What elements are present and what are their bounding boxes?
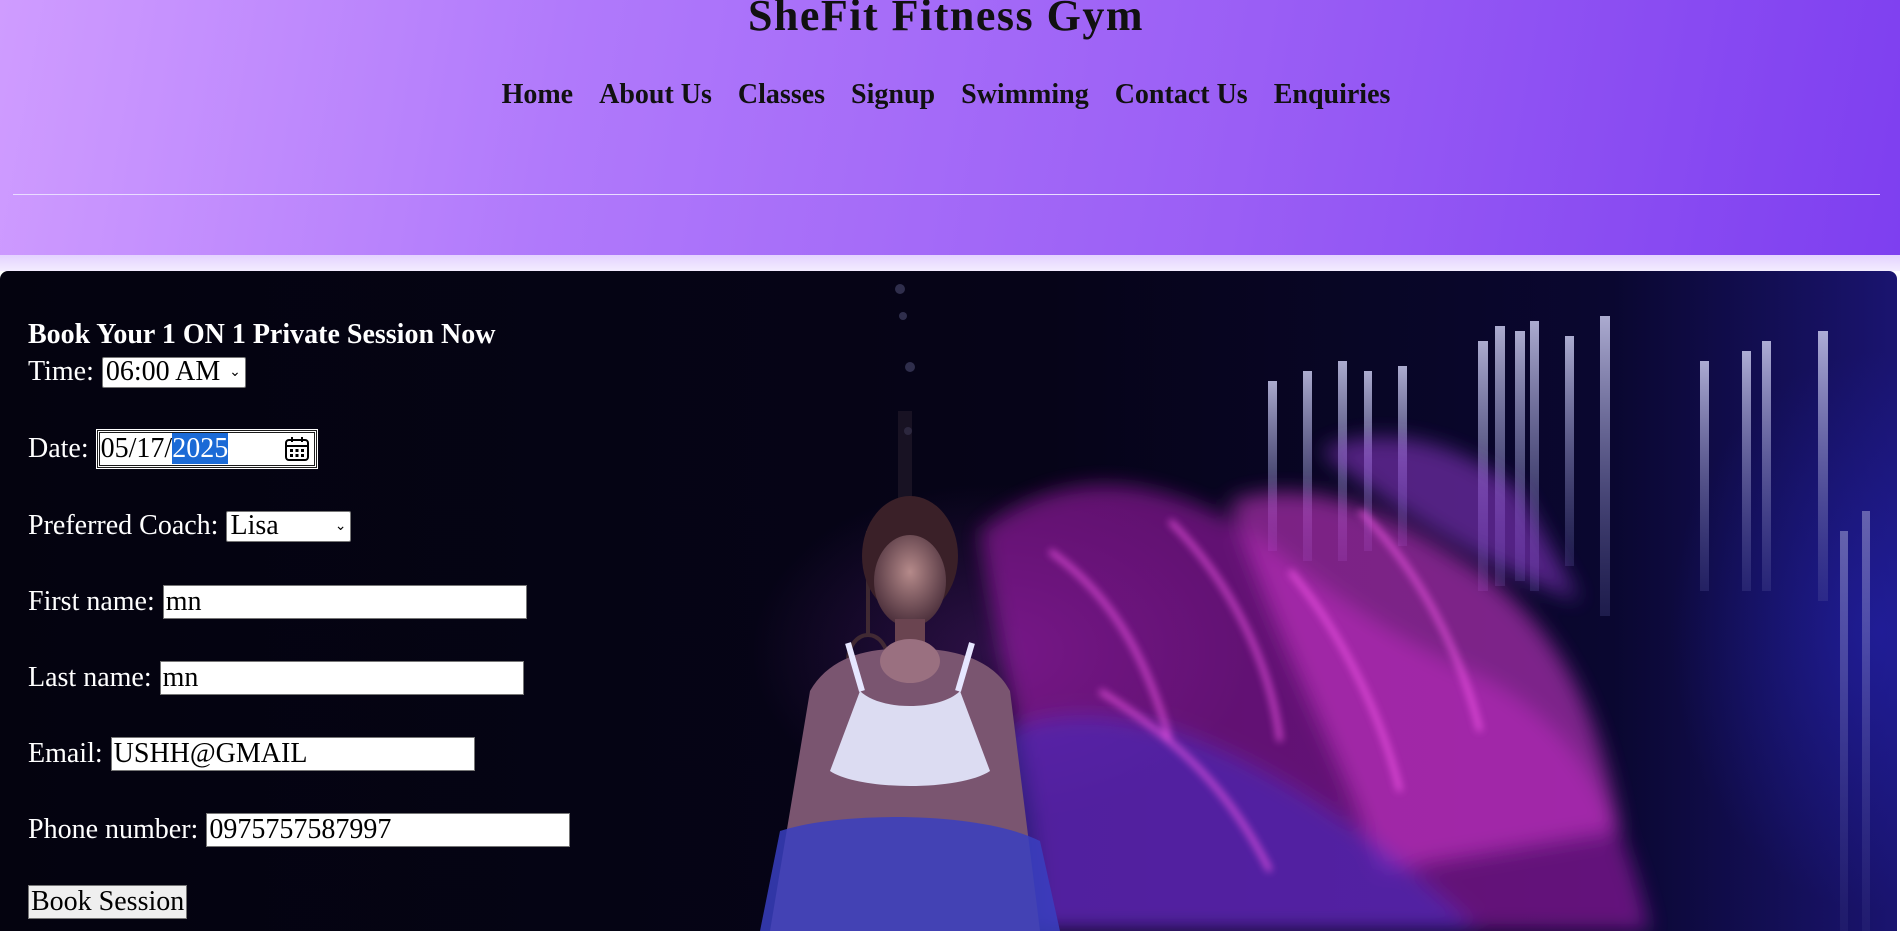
book-session-button[interactable]: Book Session [28,885,188,919]
site-title: SheFit Fitness Gym [747,0,1145,40]
nav-link-contact-us[interactable]: Contact Us [1115,78,1248,112]
coach-row: Preferred Coach: Lisa ⌄ [28,505,570,547]
phone-label: Phone number: [28,814,199,845]
nav-link-signup[interactable]: Signup [851,78,935,112]
nav-link-about-us[interactable]: About Us [599,78,712,112]
email-label: Email: [28,738,103,769]
email-row: Email: USHH@GMAIL [28,733,570,775]
nav-link-swimming[interactable]: Swimming [961,78,1089,112]
nav-link-enquiries[interactable]: Enquiries [1274,78,1391,112]
last-name-input[interactable]: mn [159,661,524,695]
first-name-input[interactable]: mn [162,585,527,619]
last-name-row: Last name: mn [28,657,570,699]
first-name-row: First name: mn [28,581,570,623]
booking-form: Book Your 1 ON 1 Private Session Now Tim… [28,319,571,923]
coach-select[interactable]: Lisa ⌄ [226,510,352,542]
date-month-day: 05/17/ [100,433,173,464]
calendar-icon[interactable] [284,436,310,462]
header-divider [13,194,1880,195]
nav-link-classes[interactable]: Classes [738,78,825,112]
date-input[interactable]: 05/17/2025 [95,429,318,469]
date-year-selected: 2025 [172,433,229,464]
booking-heading: Book Your 1 ON 1 Private Session Now [28,319,496,350]
nav-link-home[interactable]: Home [502,78,574,112]
first-name-label: First name: [28,586,155,617]
time-select-value: 06:00 AM [105,356,221,387]
date-input-value: 05/17/2025 [100,433,229,464]
date-label: Date: [28,433,89,464]
last-name-label: Last name: [28,662,152,693]
coach-select-value: Lisa [230,510,279,541]
site-header: SheFit Fitness Gym Home About Us Classes… [0,0,1900,255]
chevron-down-icon: ⌄ [229,364,241,380]
time-row: Time: 06:00 AM ⌄ [28,351,570,393]
phone-input[interactable]: 0975757587997 [206,813,571,847]
time-label: Time: [28,356,94,387]
header-shadow-strip [0,255,1900,271]
time-select[interactable]: 06:00 AM ⌄ [101,356,246,388]
chevron-down-icon: ⌄ [334,518,347,534]
date-row: Date: 05/17/2025 [28,427,570,471]
main-nav: Home About Us Classes Signup Swimming Co… [0,78,1892,112]
email-input[interactable]: USHH@GMAIL [110,737,475,771]
coach-label: Preferred Coach: [28,510,219,541]
submit-row: Book Session [28,881,570,923]
motion-light-trails [980,436,1650,931]
booking-hero: Book Your 1 ON 1 Private Session Now Tim… [0,271,1897,931]
phone-row: Phone number: 0975757587997 [28,809,571,851]
